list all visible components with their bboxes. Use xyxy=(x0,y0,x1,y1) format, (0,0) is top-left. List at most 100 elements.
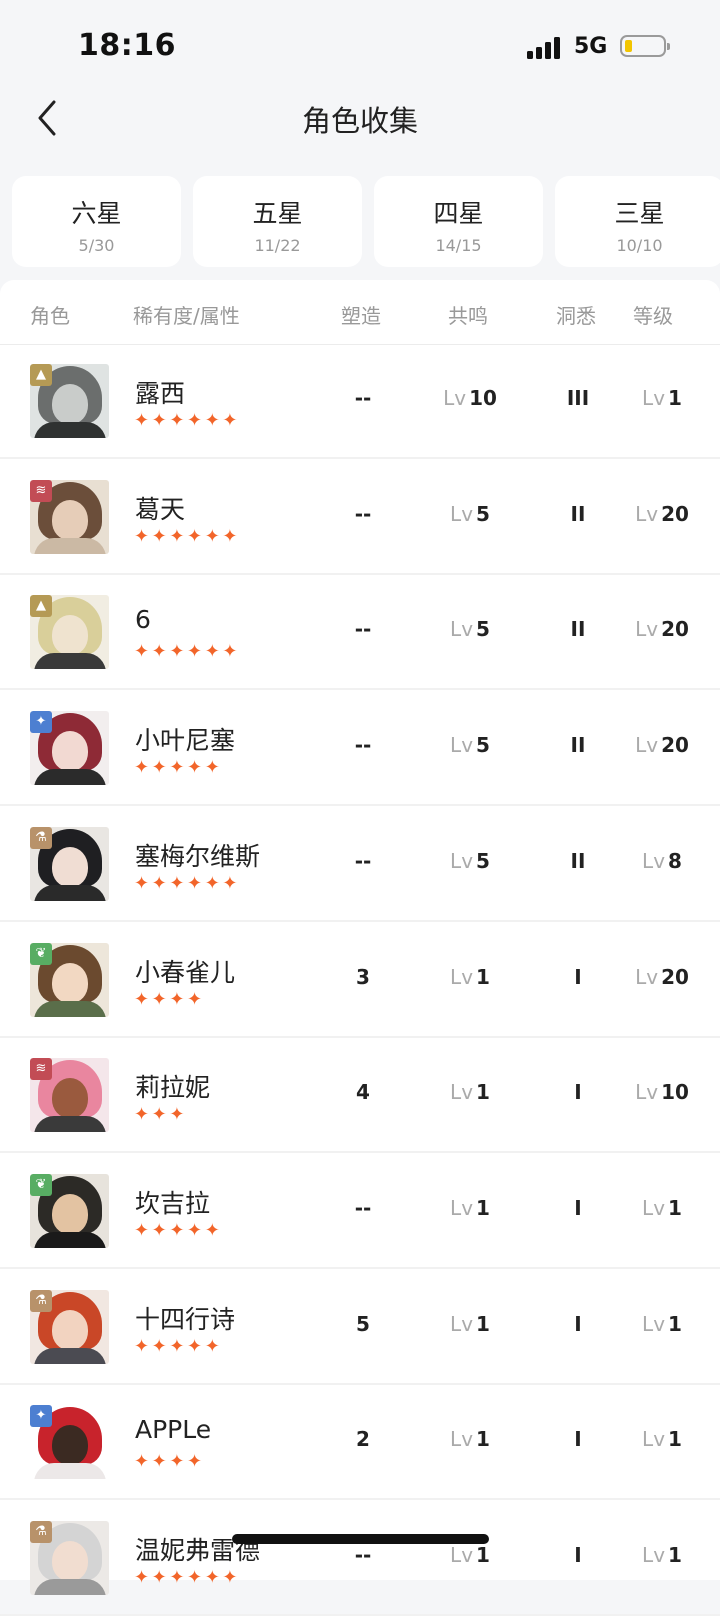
resonance-value: Lv 10 xyxy=(430,386,510,410)
shape-value: 4 xyxy=(356,1080,370,1105)
character-name: 6 xyxy=(135,605,151,635)
table-row[interactable]: ⚗ 十四行诗 ✦✦✦✦✦ 5 Lv 1 I Lv 1 xyxy=(0,1270,720,1385)
insight-value: I xyxy=(574,964,582,989)
page-title: 角色收集 xyxy=(301,104,418,138)
resonance-value: Lv 1 xyxy=(430,1543,510,1567)
resonance-value: Lv 5 xyxy=(430,617,510,641)
lv-prefix: Lv xyxy=(635,1080,659,1105)
lv-prefix: Lv xyxy=(450,1195,474,1220)
home-indicator[interactable] xyxy=(232,1534,489,1544)
character-name: APPLe xyxy=(135,1415,212,1445)
signal-icon xyxy=(527,37,563,59)
resonance-value: Lv 1 xyxy=(430,1427,510,1451)
tier-tab-five-star[interactable]: 五星 11/22 xyxy=(193,176,362,267)
lv-prefix: Lv xyxy=(450,1080,474,1105)
level-number: 20 xyxy=(661,733,689,758)
level-value: Lv 1 xyxy=(620,386,704,410)
lv-prefix: Lv xyxy=(642,848,666,873)
rarity-stars: ✦✦✦✦✦✦ xyxy=(134,641,241,663)
insight-value: III xyxy=(566,386,590,410)
table-header: 角色 稀有度/属性 塑造 共鸣 洞悉 等级 xyxy=(0,280,720,345)
table-row[interactable]: ≋ 葛天 ✦✦✦✦✦✦ -- Lv 5 II Lv 20 xyxy=(0,460,720,575)
insight-value: II xyxy=(570,501,586,526)
table-row[interactable]: ❦ 小春雀儿 ✦✦✦✦ 3 Lv 1 I Lv 20 xyxy=(0,923,720,1038)
column-character: 角色 xyxy=(30,304,70,328)
resonance-number: 5 xyxy=(476,848,490,873)
shape-value: -- xyxy=(354,1543,372,1567)
character-avatar: ⚗ xyxy=(30,826,109,901)
lv-prefix: Lv xyxy=(642,1543,666,1567)
resonance-number: 5 xyxy=(476,501,490,526)
tier-tab-four-star[interactable]: 四星 14/15 xyxy=(374,176,543,267)
level-value: Lv 20 xyxy=(620,965,704,989)
insight-value: I xyxy=(574,1195,582,1220)
table-row[interactable]: ✦ 小叶尼塞 ✦✦✦✦✦ -- Lv 5 II Lv 20 xyxy=(0,691,720,807)
resonance-value: Lv 1 xyxy=(430,1312,510,1336)
battery-icon xyxy=(620,35,670,57)
tier-tab-six-star[interactable]: 六星 5/30 xyxy=(12,176,181,267)
level-number: 1 xyxy=(668,1427,682,1452)
lv-prefix: Lv xyxy=(450,848,474,873)
character-avatar: ❦ xyxy=(30,1173,109,1248)
leaf-icon: ❦ xyxy=(30,1173,52,1196)
star-burst-icon: ✦ xyxy=(30,711,52,734)
rarity-stars: ✦✦✦ xyxy=(134,1104,188,1126)
tier-name: 四星 xyxy=(433,199,484,228)
resonance-value: Lv 5 xyxy=(430,849,510,873)
lv-prefix: Lv xyxy=(635,733,659,758)
level-value: Lv 1 xyxy=(620,1427,704,1451)
pyramid-icon: ▲ xyxy=(30,364,52,386)
tier-count: 5/30 xyxy=(78,236,115,255)
flask-icon: ⚗ xyxy=(30,826,52,849)
table-row[interactable]: ⚗ 温妮弗雷德 ✦✦✦✦✦✦ -- Lv 1 I Lv 1 xyxy=(0,1501,720,1616)
resonance-number: 1 xyxy=(476,1311,490,1336)
level-number: 20 xyxy=(661,964,689,989)
shape-value: -- xyxy=(354,617,372,642)
character-name: 十四行诗 xyxy=(135,1304,236,1334)
character-name: 葛天 xyxy=(135,494,186,524)
table-row[interactable]: ❦ 坎吉拉 ✦✦✦✦✦ -- Lv 1 I Lv 1 xyxy=(0,1154,720,1269)
table-row[interactable]: ⚗ 塞梅尔维斯 ✦✦✦✦✦✦ -- Lv 5 II Lv 8 xyxy=(0,807,720,922)
shape-value: -- xyxy=(354,1195,372,1220)
resonance-number: 5 xyxy=(476,617,490,642)
shape-value: 3 xyxy=(356,964,370,989)
table-row[interactable]: ▲ 6 ✦✦✦✦✦✦ -- Lv 5 II Lv 20 xyxy=(0,575,720,691)
resonance-number: 5 xyxy=(476,733,490,758)
rarity-stars: ✦✦✦✦ xyxy=(134,988,205,1010)
shape-value: -- xyxy=(354,848,372,873)
rarity-stars: ✦✦✦✦ xyxy=(134,1451,205,1473)
leaf-icon: ❦ xyxy=(30,942,52,965)
insight-value: I xyxy=(574,1080,582,1105)
character-name: 露西 xyxy=(135,379,186,408)
tier-tab-three-star[interactable]: 三星 10/10 xyxy=(555,176,720,267)
level-value: Lv 1 xyxy=(620,1196,704,1220)
resonance-value: Lv 1 xyxy=(430,965,510,989)
character-table: 角色 稀有度/属性 塑造 共鸣 洞悉 等级 ▲ 露西 ✦✦✦✦✦✦ -- Lv 10 III… xyxy=(0,280,720,1616)
claw-icon: ≋ xyxy=(30,479,52,502)
lv-prefix: Lv xyxy=(450,1543,474,1567)
table-row[interactable]: ▲ 露西 ✦✦✦✦✦✦ -- Lv 10 III Lv 1 xyxy=(0,344,720,459)
lv-prefix: Lv xyxy=(642,1427,666,1452)
table-row[interactable]: ≋ 莉拉妮 ✦✦✦ 4 Lv 1 I Lv 10 xyxy=(0,1038,720,1154)
character-name: 坎吉拉 xyxy=(135,1188,211,1218)
header: 角色收集 xyxy=(0,88,720,148)
insight-value: I xyxy=(574,1427,582,1452)
column-insight: 洞悉 xyxy=(556,304,596,328)
lv-prefix: Lv xyxy=(642,1311,666,1336)
tier-count: 14/15 xyxy=(435,236,482,255)
resonance-value: Lv 1 xyxy=(430,1080,510,1104)
tier-name: 三星 xyxy=(614,199,665,228)
column-rarity-attr: 稀有度/属性 xyxy=(133,304,240,328)
table-row[interactable]: ✦ APPLe ✦✦✦✦ 2 Lv 1 I Lv 1 xyxy=(0,1385,720,1501)
level-number: 20 xyxy=(661,501,689,526)
flask-icon: ⚗ xyxy=(30,1521,52,1543)
insight-value: I xyxy=(574,1543,582,1567)
level-value: Lv 8 xyxy=(620,849,704,873)
insight-value: II xyxy=(570,848,586,873)
shape-value: -- xyxy=(354,386,372,410)
resonance-value: Lv 5 xyxy=(430,733,510,757)
level-value: Lv 1 xyxy=(620,1312,704,1336)
rarity-stars: ✦✦✦✦✦✦ xyxy=(134,410,241,431)
level-number: 1 xyxy=(668,1543,682,1567)
resonance-value: Lv 5 xyxy=(430,502,510,526)
